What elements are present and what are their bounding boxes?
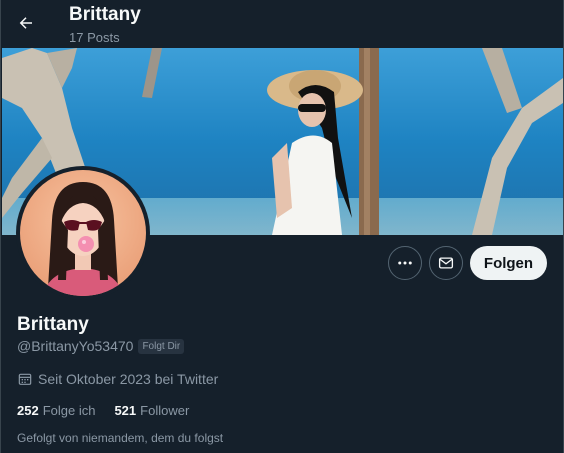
following-link[interactable]: 252 Folge ich xyxy=(17,403,95,418)
followers-label: Follower xyxy=(140,403,190,418)
follow-button[interactable]: Folgen xyxy=(470,246,547,280)
back-button[interactable] xyxy=(9,6,43,40)
avatar-image xyxy=(20,170,146,296)
avatar[interactable] xyxy=(16,166,150,300)
followers-count: 521 xyxy=(114,403,137,418)
handle-row: @BrittanyYo53470 Folgt Dir xyxy=(17,338,185,354)
profile-name: Brittany xyxy=(17,314,89,335)
header-post-count: 17 Posts xyxy=(69,30,120,45)
envelope-icon xyxy=(438,257,454,269)
joined-date-text: Seit Oktober 2023 bei Twitter xyxy=(38,371,219,387)
follows-you-badge: Folgt Dir xyxy=(138,338,185,354)
top-bar: Brittany 17 Posts xyxy=(1,0,563,48)
followers-link[interactable]: 521 Follower xyxy=(114,403,189,418)
profile-handle: @BrittanyYo53470 xyxy=(17,338,134,354)
calendar-icon xyxy=(18,373,32,385)
header-title: Brittany xyxy=(69,4,141,25)
following-label: Folge ich xyxy=(42,403,96,418)
joined-date-row: Seit Oktober 2023 bei Twitter xyxy=(17,371,218,387)
follow-stats: 252 Folge ich 521 Follower xyxy=(17,403,208,418)
more-options-button[interactable] xyxy=(388,246,422,280)
arrow-left-icon xyxy=(19,17,32,29)
followed-by-text: Gefolgt von niemandem, dem du folgst xyxy=(17,431,224,445)
more-dots-icon xyxy=(398,261,412,265)
following-count: 252 xyxy=(17,403,39,418)
profile-page: Brittany 17 Posts Folgen Brittany @Britt… xyxy=(0,0,564,453)
message-button[interactable] xyxy=(429,246,463,280)
